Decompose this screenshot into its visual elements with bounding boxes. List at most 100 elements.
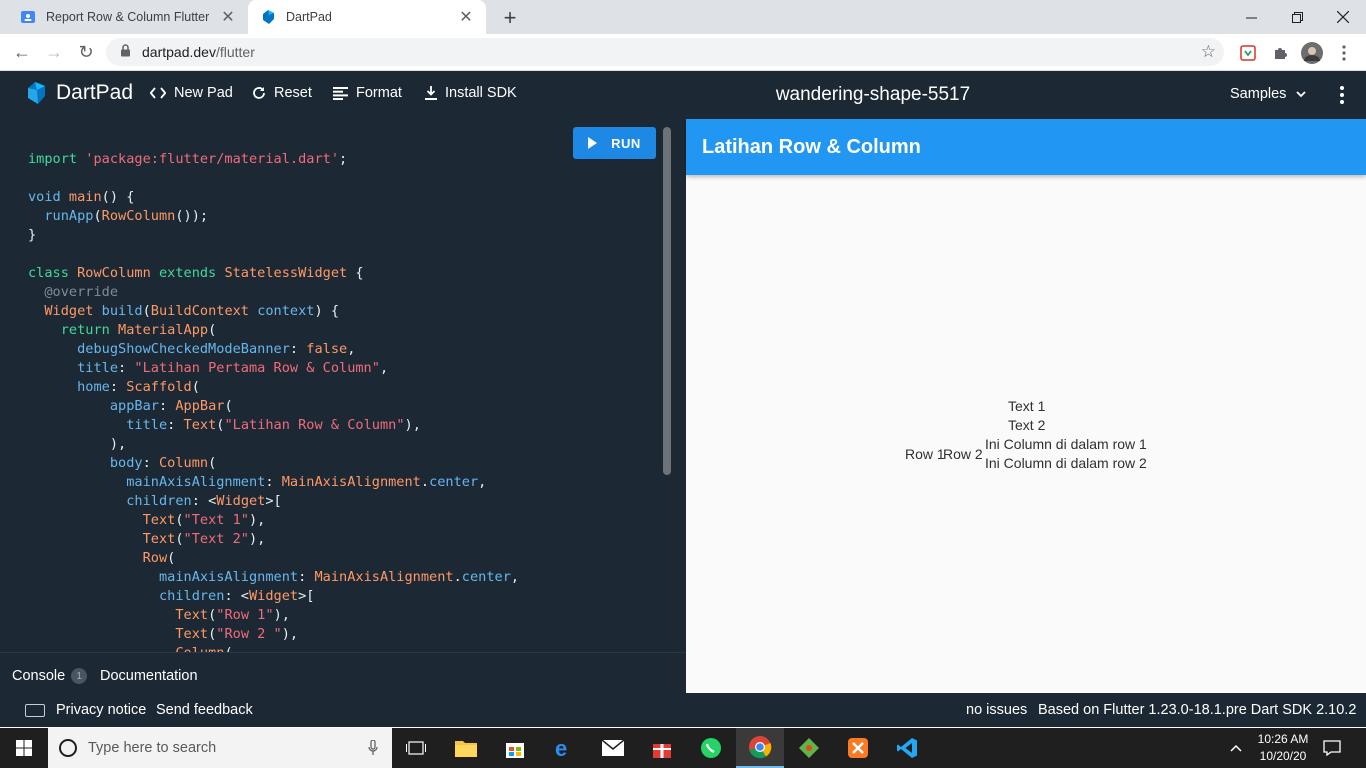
code-line[interactable]: mainAxisAlignment: MainAxisAlignment.cen…: [28, 473, 519, 492]
code-content[interactable]: import 'package:flutter/material.dart'; …: [28, 150, 519, 652]
console-label: Console: [12, 668, 66, 684]
clock-date: 10/20/20: [1259, 749, 1307, 763]
code-token: ());: [175, 208, 209, 224]
code-line[interactable]: @override: [28, 283, 519, 302]
taskbar-clock[interactable]: 10:26 AM 10/20/20: [1254, 731, 1312, 765]
preview-text-2: Text 2: [1008, 417, 1046, 433]
code-line[interactable]: ),: [28, 435, 519, 454]
code-line[interactable]: void main() {: [28, 188, 519, 207]
mail-icon[interactable]: [589, 728, 637, 768]
git-kraken-icon[interactable]: [785, 728, 833, 768]
code-line[interactable]: debugShowCheckedModeBanner: false,: [28, 340, 519, 359]
code-line[interactable]: Column(: [28, 644, 519, 652]
code-token: ,: [379, 360, 389, 376]
code-token: AppBar: [175, 398, 225, 414]
microsoft-store-icon[interactable]: [491, 728, 539, 768]
code-line[interactable]: return MaterialApp(: [28, 321, 519, 340]
edge-icon[interactable]: e: [540, 728, 588, 768]
code-token: (: [208, 455, 217, 471]
dartpad-footer: Privacy notice Send feedback no issues B…: [0, 693, 1366, 727]
chevron-up-icon[interactable]: [1216, 728, 1256, 768]
minimize-button[interactable]: [1228, 0, 1274, 34]
editor-scrollbar[interactable]: [663, 127, 671, 475]
windows-start-icon[interactable]: [0, 728, 48, 768]
back-arrow-icon[interactable]: ←: [10, 40, 34, 64]
code-line[interactable]: [28, 245, 519, 264]
code-line[interactable]: Row(: [28, 549, 519, 568]
code-line[interactable]: children: <Widget>[: [28, 492, 519, 511]
documentation-tab[interactable]: Documentation: [100, 668, 198, 684]
extensions-puzzle-icon[interactable]: [1269, 42, 1291, 64]
close-tab-icon[interactable]: ✕: [458, 7, 474, 27]
browser-tab-report[interactable]: Report Row & Column Flutter ✕: [8, 0, 248, 34]
issues-status[interactable]: no issues: [966, 702, 1027, 718]
keyboard-icon[interactable]: [25, 704, 45, 717]
code-line[interactable]: Text("Text 1"),: [28, 511, 519, 530]
code-line[interactable]: class RowColumn extends StatelessWidget …: [28, 264, 519, 283]
code-line[interactable]: runApp(RowColumn());: [28, 207, 519, 226]
samples-dropdown[interactable]: Samples: [1230, 86, 1307, 102]
code-line[interactable]: }: [28, 226, 519, 245]
code-token: (: [167, 550, 176, 566]
close-window-button[interactable]: [1320, 0, 1366, 34]
pad-name[interactable]: wandering-shape-5517: [0, 84, 1366, 106]
xampp-icon[interactable]: [834, 728, 882, 768]
restore-button[interactable]: [1274, 0, 1320, 34]
code-token: center: [429, 474, 479, 490]
browser-tab-dartpad[interactable]: DartPad ✕: [248, 0, 486, 34]
file-explorer-icon[interactable]: [442, 728, 490, 768]
code-line[interactable]: Text("Row 1"),: [28, 606, 519, 625]
code-line[interactable]: Widget build(BuildContext context) {: [28, 302, 519, 321]
run-button[interactable]: RUN: [573, 127, 656, 159]
code-token: (: [142, 303, 151, 319]
code-token: center: [461, 569, 511, 585]
code-line[interactable]: appBar: AppBar(: [28, 397, 519, 416]
forward-arrow-icon[interactable]: →: [42, 40, 66, 64]
close-tab-icon[interactable]: ✕: [220, 7, 236, 27]
console-tab[interactable]: Console 1: [12, 668, 88, 684]
new-tab-button[interactable]: +: [498, 5, 522, 31]
send-feedback-link[interactable]: Send feedback: [156, 702, 253, 718]
code-token: Text: [175, 626, 209, 642]
code-line[interactable]: title: "Latihan Pertama Row & Column",: [28, 359, 519, 378]
bookmark-star-icon[interactable]: ☆: [1201, 42, 1216, 62]
whatsapp-icon[interactable]: [687, 728, 735, 768]
code-editor[interactable]: import 'package:flutter/material.dart'; …: [0, 119, 686, 652]
extension-shield-icon[interactable]: [1237, 42, 1259, 64]
code-line[interactable]: children: <Widget>[: [28, 587, 519, 606]
code-token: : <: [224, 588, 249, 604]
microphone-icon[interactable]: [368, 740, 378, 756]
code-line[interactable]: [28, 169, 519, 188]
reload-icon[interactable]: ↻: [74, 40, 98, 64]
profile-avatar[interactable]: [1301, 42, 1323, 64]
code-line[interactable]: Text("Row 2 "),: [28, 625, 519, 644]
chrome-taskbar-icon[interactable]: [736, 728, 784, 768]
console-badge: 1: [71, 668, 88, 684]
flutter-preview[interactable]: Latihan Row & Column Text 1 Text 2 Row 1…: [686, 119, 1366, 693]
code-line[interactable]: Text("Text 2"),: [28, 530, 519, 549]
code-token: (: [224, 398, 233, 414]
preview-appbar: Latihan Row & Column: [686, 119, 1366, 175]
code-token: }: [28, 227, 37, 243]
address-bar[interactable]: dartpad.dev/flutter ☆: [106, 38, 1224, 66]
code-line[interactable]: body: Column(: [28, 454, 519, 473]
vscode-icon[interactable]: [883, 728, 931, 768]
code-line[interactable]: home: Scaffold(: [28, 378, 519, 397]
gift-icon[interactable]: [638, 728, 686, 768]
code-line[interactable]: mainAxisAlignment: MainAxisAlignment.cen…: [28, 568, 519, 587]
task-view-icon[interactable]: [392, 728, 440, 768]
code-token: title: [77, 360, 119, 376]
more-vert-icon[interactable]: [1334, 85, 1350, 105]
code-token: "Text 2": [183, 531, 249, 547]
code-line[interactable]: import 'package:flutter/material.dart';: [28, 150, 519, 169]
chrome-menu-icon[interactable]: [1333, 42, 1355, 64]
code-token: () {: [101, 189, 135, 205]
taskbar-search-box[interactable]: Type here to search: [48, 728, 392, 768]
privacy-notice-link[interactable]: Privacy notice: [56, 702, 146, 718]
code-line[interactable]: title: Text("Latihan Row & Column"),: [28, 416, 519, 435]
notifications-icon[interactable]: [1312, 728, 1352, 768]
